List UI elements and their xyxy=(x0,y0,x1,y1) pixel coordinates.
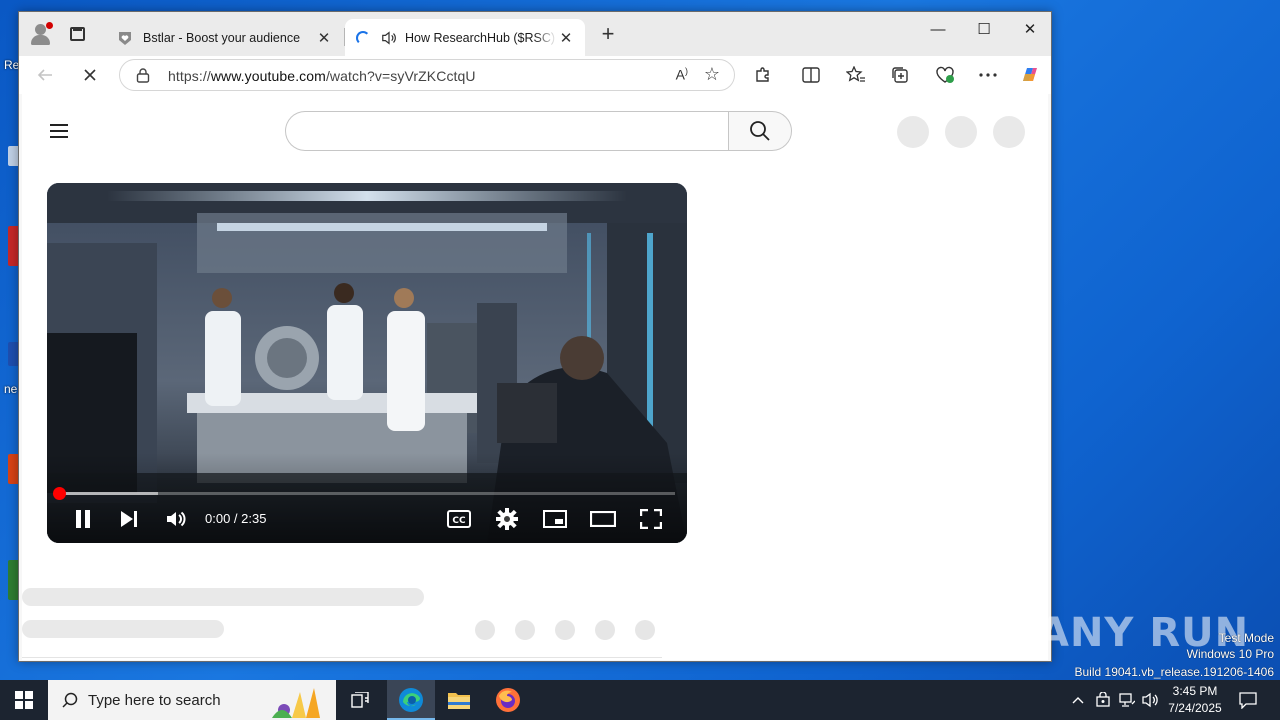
profile-icon[interactable] xyxy=(29,22,53,46)
new-tab-button[interactable]: + xyxy=(597,23,619,45)
address-bar[interactable]: https://www.youtube.com/watch?v=syVrZKCc… xyxy=(119,59,735,91)
progress-bar[interactable] xyxy=(53,487,675,500)
loading-spinner-icon xyxy=(355,30,371,46)
search-button[interactable] xyxy=(728,111,792,151)
browser-window: Bstlar - Boost your audience ✕ How Resea… xyxy=(18,11,1052,662)
skip-next-icon xyxy=(121,511,137,527)
time-display: 0:00 / 2:35 xyxy=(205,511,267,526)
tab-actions-icon[interactable] xyxy=(70,27,85,41)
tab-youtube[interactable]: How ResearchHub ($RSC) Is Transforming S… xyxy=(345,19,585,56)
network-icon[interactable] xyxy=(1116,680,1138,720)
tab-close-icon[interactable]: ✕ xyxy=(315,29,333,47)
read-aloud-icon[interactable]: A) xyxy=(676,66,688,83)
build-label: Build 19041.vb_release.191206-1406 xyxy=(1074,665,1275,679)
split-screen-icon[interactable] xyxy=(799,63,823,87)
miniplayer-icon xyxy=(543,510,567,528)
action-skeleton xyxy=(515,620,535,640)
menu-icon[interactable] xyxy=(50,124,68,138)
speaker-icon[interactable] xyxy=(381,30,397,46)
back-arrow-icon[interactable] xyxy=(33,63,57,87)
action-skeleton xyxy=(635,620,655,640)
test-mode-label: Test Mode xyxy=(1218,631,1274,645)
search-icon xyxy=(750,121,770,141)
action-skeleton xyxy=(555,620,575,640)
edge-icon xyxy=(399,688,423,712)
firefox-icon xyxy=(496,688,520,712)
theater-mode-icon xyxy=(590,511,616,527)
settings-button[interactable] xyxy=(495,508,519,530)
task-view-button[interactable] xyxy=(336,680,384,720)
volume-icon xyxy=(167,511,186,527)
buffered-bar xyxy=(59,492,158,495)
avatar-placeholder[interactable] xyxy=(993,116,1025,148)
tab-close-icon[interactable]: ✕ xyxy=(557,29,575,47)
action-skeleton xyxy=(595,620,615,640)
playhead-scrubber[interactable] xyxy=(53,487,66,500)
maximize-button[interactable]: ☐ xyxy=(961,12,1007,46)
tab-title: How ResearchHub ($RSC) Is Transforming S… xyxy=(405,30,557,45)
title-skeleton xyxy=(22,588,424,606)
taskbar-file-explorer[interactable] xyxy=(435,680,483,720)
more-options-icon[interactable] xyxy=(976,63,1000,87)
tab-bar: Bstlar - Boost your audience ✕ How Resea… xyxy=(19,12,1051,56)
url-text[interactable]: https://www.youtube.com/watch?v=syVrZKCc… xyxy=(168,68,476,84)
tray-overflow-icon[interactable] xyxy=(1068,680,1088,720)
copilot-icon[interactable] xyxy=(1018,63,1042,87)
task-view-icon xyxy=(351,692,369,708)
search-input[interactable] xyxy=(285,111,729,151)
search-highlight-icon xyxy=(272,688,320,718)
fullscreen-button[interactable] xyxy=(639,508,663,530)
fullscreen-icon xyxy=(640,509,662,529)
gear-icon xyxy=(496,508,518,530)
captions-button[interactable]: CC xyxy=(447,508,471,530)
extensions-icon[interactable] xyxy=(751,63,775,87)
security-tray-icon[interactable] xyxy=(1092,680,1114,720)
closed-captions-icon: CC xyxy=(447,510,471,528)
header-button-placeholder[interactable] xyxy=(945,116,977,148)
lock-icon[interactable] xyxy=(136,68,150,83)
taskbar-firefox[interactable] xyxy=(484,680,532,720)
theater-mode-button[interactable] xyxy=(590,508,616,530)
taskbar-search[interactable]: Type here to search xyxy=(48,680,336,720)
notifications-icon[interactable] xyxy=(1236,680,1260,720)
heart-shield-icon xyxy=(117,30,133,46)
taskbar: Type here to search 3:45 PM 7/24/2025 xyxy=(0,680,1280,720)
favorite-star-icon[interactable]: ☆ xyxy=(704,64,720,85)
windows-logo-icon xyxy=(15,691,33,709)
folder-icon xyxy=(448,693,470,709)
divider xyxy=(22,657,662,658)
video-player[interactable]: 0:00 / 2:35 CC xyxy=(47,183,687,543)
channel-skeleton xyxy=(22,620,224,638)
stop-loading-icon[interactable] xyxy=(78,63,102,87)
minimize-button[interactable]: — xyxy=(915,12,961,46)
start-button[interactable] xyxy=(0,680,48,720)
collections-icon[interactable] xyxy=(888,63,912,87)
mute-button[interactable] xyxy=(164,508,188,530)
page-viewport: 0:00 / 2:35 CC xyxy=(22,94,1048,660)
favorites-icon[interactable] xyxy=(844,63,868,87)
pause-button[interactable] xyxy=(71,508,95,530)
svg-text:CC: CC xyxy=(452,516,466,526)
next-button[interactable] xyxy=(117,508,141,530)
clock-time: 3:45 PM xyxy=(1172,684,1218,698)
close-window-button[interactable]: ✕ xyxy=(1007,12,1053,46)
action-skeleton xyxy=(475,620,495,640)
windows-edition-label: Windows 10 Pro xyxy=(1186,647,1274,661)
browser-essentials-icon[interactable] xyxy=(933,63,957,87)
search-icon xyxy=(62,692,78,708)
clock-date: 7/24/2025 xyxy=(1168,701,1222,715)
search-placeholder: Type here to search xyxy=(88,691,221,709)
header-button-placeholder[interactable] xyxy=(897,116,929,148)
desktop-label-fragment: ne xyxy=(4,382,18,396)
volume-tray-icon[interactable] xyxy=(1140,680,1162,720)
tab-bstlar[interactable]: Bstlar - Boost your audience ✕ xyxy=(107,19,345,56)
system-clock[interactable]: 3:45 PM 7/24/2025 xyxy=(1162,683,1228,717)
taskbar-edge[interactable] xyxy=(387,680,435,720)
pause-icon xyxy=(76,510,90,528)
tab-title: Bstlar - Boost your audience xyxy=(143,30,301,45)
miniplayer-button[interactable] xyxy=(543,508,567,530)
